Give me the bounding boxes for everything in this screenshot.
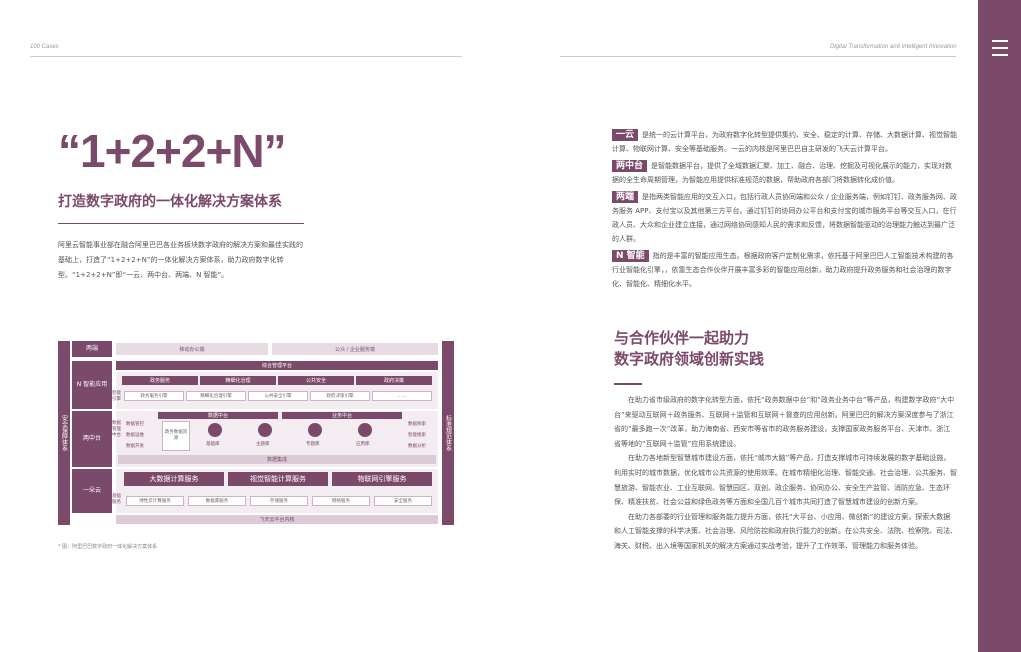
data-middle-platform: 数据中台 (158, 412, 278, 419)
row-one-cloud: 一朵云 (72, 469, 112, 513)
def-two-ends: 两端 是指两类智能应用的交互入口，包括行政人员协同端和公众 / 企业服务端，例如钉… (612, 191, 957, 243)
left-tools-label: 数据管理中台 (112, 421, 121, 438)
base-service-3: 存储服务 (250, 496, 308, 506)
document-spread: 100 Cases Digital Transformation and Int… (0, 0, 1021, 652)
cloud-service-3: 物联网引擎服务 (332, 472, 432, 486)
definitions: 一云 是统一的云计算平台，为政府数字化转型提供集约、安全、稳定的计算、存储、大数据… (612, 128, 957, 294)
engine-1: 政务服务引擎 (124, 391, 184, 401)
mid-icon-label-3: 专题库 (306, 442, 320, 447)
row-two-ends: 两端 (72, 341, 112, 357)
right-tool-1: 数据探索 (408, 422, 426, 427)
header-rule-left (30, 56, 462, 57)
body-paragraphs: 在助力省市级政府的数字化转型方面，依托“政务数据中台”和“政务业务中台”等产品，… (614, 393, 957, 554)
right-tool-2: 智能搜索 (408, 433, 426, 438)
section-rule (614, 383, 642, 385)
def-two-platforms: 两中台 是智能数据平台，提供了全域数据汇聚、加工、融合、治理、挖掘及可视化展示的能… (612, 160, 953, 184)
data-resource-label: 政务数据资源 (162, 421, 190, 451)
diagram-caption: * 图：阿里巴巴数字政府一体化解决方案体系 (58, 544, 158, 550)
mid-icon-label-4: 应用库 (356, 442, 370, 447)
tag-two-platforms: 两中台 (612, 160, 648, 172)
base-services-label: 基础服务 (112, 494, 121, 505)
side-bar (978, 0, 1021, 652)
tag-two-ends: 两端 (612, 191, 639, 203)
grid-icon (308, 423, 322, 437)
header-left: 100 Cases (30, 44, 59, 50)
paragraph-1: 在助力省市级政府的数字化转型方面，依托“政务数据中台”和“政务业务中台”等产品，… (614, 396, 955, 448)
mid-icon-label-2: 主题库 (256, 442, 270, 447)
intro-text: 阿里云智能事业部在融合阿里巴巴各业务板块数字政府的解决方案和最佳实践的基础上，打… (58, 241, 303, 279)
subtitle-rule (58, 223, 304, 224)
data-integration: 数据集成 (118, 455, 436, 464)
def-one-cloud: 一云 是统一的云计算平台，为政府数字化转型提供集约、安全、稳定的计算、存储、大数据… (612, 129, 958, 153)
smart-app-3: 公共安全 (278, 376, 354, 385)
section-title: 与合作伙伴一起助力 数字政府领域创新实践 (614, 329, 765, 368)
smart-app-1: 政务服务 (122, 376, 198, 385)
smart-app-4: 政府决策 (356, 376, 432, 385)
feitian-os: 飞天云平台内核 (116, 515, 438, 524)
base-service-2: 数据库服务 (188, 496, 246, 506)
security-system-label: 安全保障体系 (58, 341, 70, 525)
page-number-rule (989, 593, 1003, 594)
platform-bar: 综合管理平台 (116, 361, 438, 370)
tag-one-cloud: 一云 (612, 129, 639, 141)
cloud-service-2: 视觉智能计算服务 (228, 472, 328, 486)
def-n-smart: N 智能 指的是丰富的智能应用生态。根据政府客户定制化需求，依托基于阿里巴巴人工智… (612, 250, 954, 288)
engine-3: 公共安全引擎 (248, 391, 308, 401)
apps-icon (358, 423, 372, 437)
left-tool-3: 数据开发 (126, 444, 144, 449)
header-rule-right (560, 56, 956, 57)
header-right: Digital Transformation and Intelligent I… (830, 44, 957, 50)
base-service-1: 弹性云计算服务 (126, 496, 184, 506)
database-icon (208, 423, 222, 437)
standards-system-label: 标准规范体系 (442, 341, 454, 525)
cube-icon (258, 423, 272, 437)
left-tool-2: 数据运维 (126, 433, 144, 438)
mid-icon-label-1: 基础库 (206, 442, 220, 447)
row-n-smart: N 智能应用 (72, 361, 112, 409)
page-subtitle: 打造数字政府的一体化解决方案体系 (58, 194, 282, 210)
hamburger-menu-icon[interactable] (992, 40, 1008, 56)
engine-5: …… (372, 391, 432, 401)
smart-app-2: 精细化治理 (200, 376, 276, 385)
paragraph-2: 在助力各地新型智慧城市建设方面，依托“城市大脑”等产品，打造支撑城市可持续发展的… (614, 454, 957, 507)
row-two-platforms: 两中台 (72, 411, 112, 467)
business-middle-platform: 业务中台 (282, 412, 402, 419)
solution-diagram: 安全保障体系 标准规范体系 两端 移动办公端 公众 / 企业服务端 N 智能应用… (58, 341, 454, 525)
engine-4: 政府决策引擎 (310, 391, 370, 401)
page-title: “1+2+2+N” (58, 125, 287, 177)
tag-n-smart: N 智能 (612, 250, 649, 262)
smart-engine-label: 智能引擎 (112, 391, 121, 402)
cloud-service-1: 大数据计算服务 (124, 472, 224, 486)
end-mobile: 移动办公端 (116, 343, 268, 355)
end-public: 公众 / 企业服务端 (272, 343, 438, 355)
base-service-4: 网络服务 (312, 496, 370, 506)
engine-2: 精细化治理引擎 (186, 391, 246, 401)
left-tool-1: 数据管控 (126, 422, 144, 427)
paragraph-3: 在助力各部委的行业管理和服务能力提升方面，依托“大平台、小应用、微创新”的建设方… (614, 512, 957, 550)
page-number: 128 (989, 583, 1001, 590)
base-service-5: 安全服务 (374, 496, 432, 506)
right-tool-3: 数据分析 (408, 444, 426, 449)
